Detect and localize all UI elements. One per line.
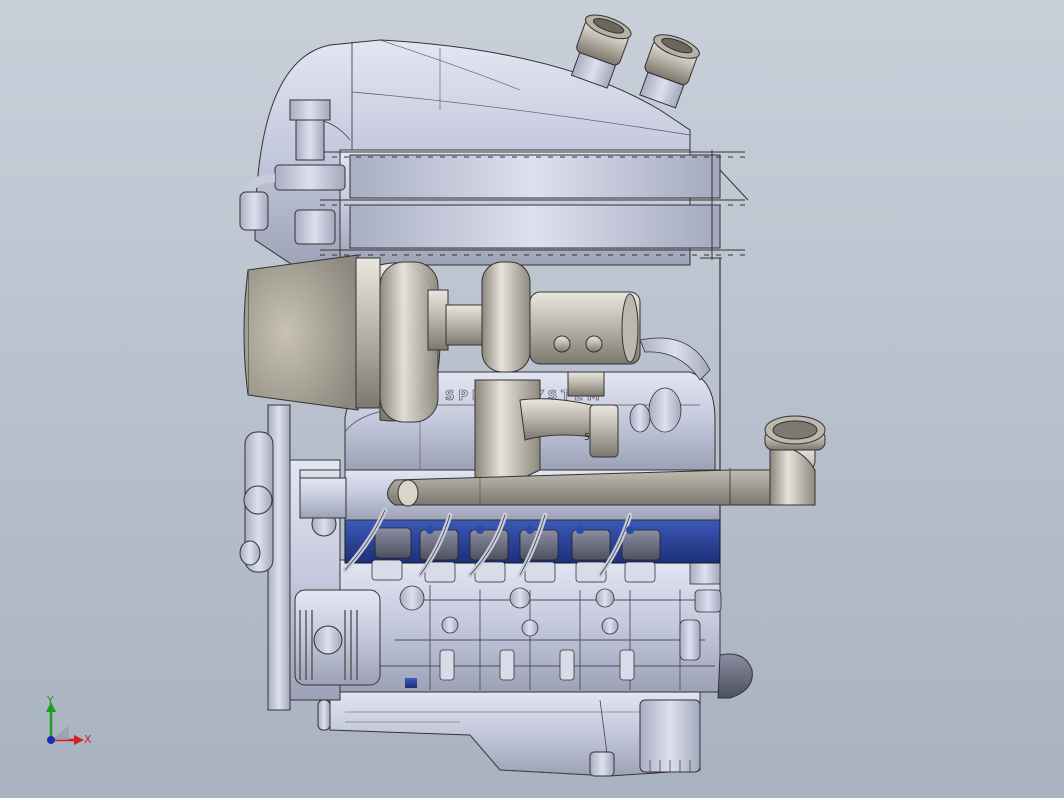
orientation-triad[interactable]: Y X — [36, 694, 106, 758]
engine-model[interactable]: SPEED SYSTEM — [0, 0, 1064, 798]
pipe-tag-text: 5 — [584, 432, 590, 443]
breather-dome[interactable] — [717, 653, 753, 699]
cad-graphics-area[interactable]: SPEED SYSTEM — [0, 0, 1064, 798]
triad-x-label: X — [84, 733, 92, 746]
triad-y-label: Y — [47, 694, 54, 707]
